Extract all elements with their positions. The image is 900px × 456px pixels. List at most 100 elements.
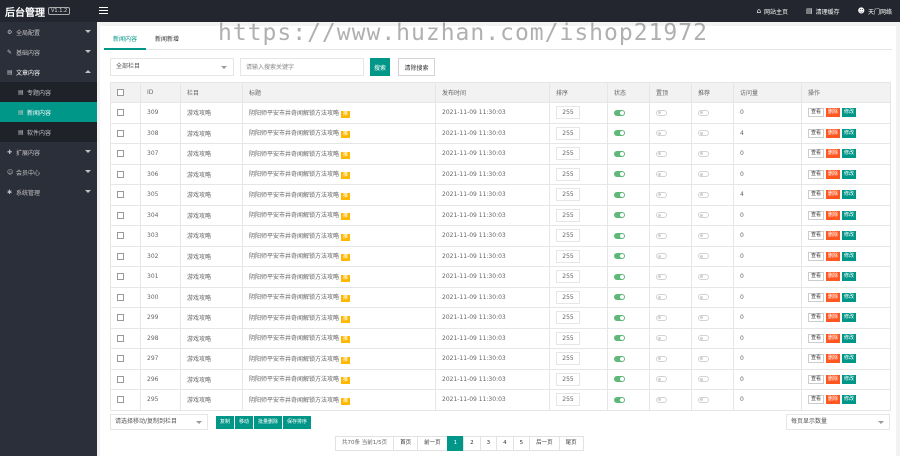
top-toggle[interactable] bbox=[656, 253, 667, 260]
search-button[interactable]: 搜索 bbox=[370, 58, 390, 76]
clear-cache-link[interactable]: ▤ 清理缓存 bbox=[806, 7, 840, 16]
top-toggle[interactable] bbox=[656, 130, 667, 137]
view-button[interactable]: 查看 bbox=[808, 169, 825, 179]
delete-button[interactable]: 删除 bbox=[826, 169, 841, 179]
home-link[interactable]: ⌂ 网站主页 bbox=[757, 7, 788, 16]
recommend-toggle[interactable] bbox=[698, 212, 709, 219]
row-sort-input[interactable]: 255 bbox=[556, 290, 580, 304]
pagination-prev[interactable]: 前一页 bbox=[417, 436, 448, 451]
row-checkbox[interactable] bbox=[117, 191, 124, 199]
row-title[interactable]: 阴阳师平安市井奇闻解锁方法攻略 bbox=[249, 274, 339, 281]
pagination-next[interactable]: 后一页 bbox=[529, 436, 560, 451]
recommend-toggle[interactable] bbox=[698, 109, 709, 116]
edit-button[interactable]: 修改 bbox=[842, 292, 857, 302]
row-sort-input[interactable]: 255 bbox=[556, 331, 580, 345]
search-input[interactable] bbox=[240, 58, 364, 76]
menu-toggle-icon[interactable] bbox=[98, 5, 109, 16]
status-toggle[interactable] bbox=[614, 212, 625, 219]
row-title[interactable]: 阴阳师平安市井奇闻解锁方法攻略 bbox=[249, 233, 339, 240]
view-button[interactable]: 查看 bbox=[808, 251, 825, 261]
top-toggle[interactable] bbox=[656, 212, 667, 219]
delete-button[interactable]: 删除 bbox=[826, 190, 841, 200]
pagination-last[interactable]: 尾页 bbox=[558, 436, 584, 451]
edit-button[interactable]: 修改 bbox=[842, 395, 857, 405]
sidebar-item-software[interactable]: ▤ 软件内容 bbox=[0, 122, 97, 142]
tab-news-list[interactable]: 新闻内容 bbox=[104, 30, 147, 50]
recommend-toggle[interactable] bbox=[698, 191, 709, 198]
recommend-toggle[interactable] bbox=[698, 294, 709, 301]
top-toggle[interactable] bbox=[656, 335, 667, 342]
row-sort-input[interactable]: 255 bbox=[556, 188, 580, 202]
pagination-page-5[interactable]: 5 bbox=[512, 436, 531, 451]
view-button[interactable]: 查看 bbox=[808, 231, 825, 241]
status-toggle[interactable] bbox=[614, 396, 625, 403]
top-toggle[interactable] bbox=[656, 150, 667, 157]
row-checkbox[interactable] bbox=[117, 355, 124, 363]
pagination-page-3[interactable]: 3 bbox=[479, 436, 498, 451]
row-checkbox[interactable] bbox=[117, 293, 124, 301]
delete-button[interactable]: 删除 bbox=[826, 149, 841, 159]
row-sort-input[interactable]: 255 bbox=[556, 147, 580, 161]
row-checkbox[interactable] bbox=[117, 109, 124, 117]
status-toggle[interactable] bbox=[614, 253, 625, 260]
sidebar-item-extensions[interactable]: ✚ 扩展内容 bbox=[0, 142, 97, 162]
select-all-checkbox[interactable] bbox=[117, 89, 124, 96]
tab-news-add[interactable]: 新闻新增 bbox=[146, 30, 188, 49]
top-toggle[interactable] bbox=[656, 314, 667, 321]
sidebar-item-system[interactable]: ✱ 系统管理 bbox=[0, 182, 97, 202]
view-button[interactable]: 查看 bbox=[808, 108, 825, 118]
sidebar-item-global-config[interactable]: ⚙ 全局配置 bbox=[0, 22, 97, 42]
top-toggle[interactable] bbox=[656, 232, 667, 239]
row-checkbox[interactable] bbox=[117, 150, 124, 158]
view-button[interactable]: 查看 bbox=[808, 190, 825, 200]
row-title[interactable]: 阴阳师平安市井奇闻解锁方法攻略 bbox=[249, 192, 339, 199]
category-select[interactable]: 全部栏目 bbox=[110, 58, 234, 76]
row-title[interactable]: 阴阳师平安市井奇闻解锁方法攻略 bbox=[249, 151, 339, 158]
status-toggle[interactable] bbox=[614, 191, 625, 198]
row-title[interactable]: 阴阳师平安市井奇闻解锁方法攻略 bbox=[249, 171, 339, 178]
top-toggle[interactable] bbox=[656, 376, 667, 383]
status-toggle[interactable] bbox=[614, 273, 625, 280]
delete-button[interactable]: 删除 bbox=[826, 108, 841, 118]
view-button[interactable]: 查看 bbox=[808, 333, 825, 343]
status-toggle[interactable] bbox=[614, 335, 625, 342]
top-toggle[interactable] bbox=[656, 191, 667, 198]
recommend-toggle[interactable] bbox=[698, 273, 709, 280]
view-button[interactable]: 查看 bbox=[808, 210, 825, 220]
row-title[interactable]: 阴阳师平安市井奇闻解锁方法攻略 bbox=[249, 397, 339, 404]
move-copy-select[interactable]: 请选择移动/复制到栏目 bbox=[110, 414, 208, 430]
move-button[interactable]: 移动 bbox=[235, 415, 254, 429]
per-page-select[interactable]: 每页显示数量 bbox=[786, 414, 890, 430]
row-sort-input[interactable]: 255 bbox=[556, 126, 580, 140]
row-title[interactable]: 阴阳师平安市井奇闻解锁方法攻略 bbox=[249, 335, 339, 342]
delete-button[interactable]: 删除 bbox=[826, 231, 841, 241]
row-title[interactable]: 阴阳师平安市井奇闻解锁方法攻略 bbox=[249, 212, 339, 219]
recommend-toggle[interactable] bbox=[698, 150, 709, 157]
row-sort-input[interactable]: 255 bbox=[556, 393, 580, 407]
clear-search-button[interactable]: 清除搜索 bbox=[398, 58, 435, 76]
row-sort-input[interactable]: 255 bbox=[556, 229, 580, 243]
recommend-toggle[interactable] bbox=[698, 314, 709, 321]
status-toggle[interactable] bbox=[614, 355, 625, 362]
view-button[interactable]: 查看 bbox=[808, 313, 825, 323]
delete-button[interactable]: 删除 bbox=[826, 272, 841, 282]
delete-button[interactable]: 删除 bbox=[826, 210, 841, 220]
pagination-page-2[interactable]: 2 bbox=[463, 436, 481, 451]
row-checkbox[interactable] bbox=[117, 252, 124, 260]
row-sort-input[interactable]: 255 bbox=[556, 372, 580, 386]
edit-button[interactable]: 修改 bbox=[842, 190, 857, 200]
delete-button[interactable]: 删除 bbox=[826, 251, 841, 261]
sidebar-item-members[interactable]: ☺ 会员中心 bbox=[0, 162, 97, 182]
pagination-first[interactable]: 首页 bbox=[393, 436, 419, 451]
top-toggle[interactable] bbox=[656, 355, 667, 362]
row-title[interactable]: 阴阳师平安市井奇闻解锁方法攻略 bbox=[249, 130, 339, 137]
edit-button[interactable]: 修改 bbox=[842, 108, 857, 118]
recommend-toggle[interactable] bbox=[698, 355, 709, 362]
row-checkbox[interactable] bbox=[117, 232, 124, 240]
edit-button[interactable]: 修改 bbox=[842, 333, 857, 343]
edit-button[interactable]: 修改 bbox=[842, 251, 857, 261]
row-sort-input[interactable]: 255 bbox=[556, 352, 580, 366]
header-select-all[interactable] bbox=[110, 82, 141, 103]
row-checkbox[interactable] bbox=[117, 375, 124, 383]
delete-button[interactable]: 删除 bbox=[826, 395, 841, 405]
